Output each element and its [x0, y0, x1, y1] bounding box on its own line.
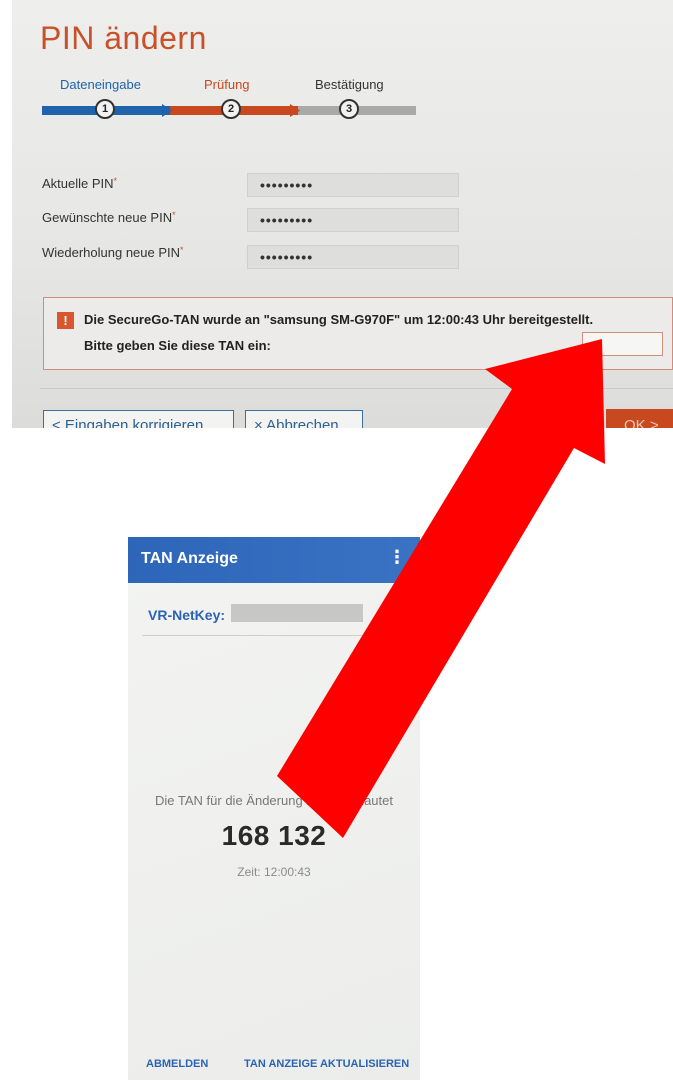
cancel-button[interactable]: × Abbrechen — [245, 410, 363, 428]
new-pin-label: Gewünschte neue PIN* — [42, 210, 176, 225]
step-label-bestaetigung: Bestätigung — [315, 77, 384, 92]
tan-notice-box: ! Die SecureGo-TAN wurde an "samsung SM-… — [43, 297, 673, 370]
repeat-pin-input[interactable]: ••••••••• — [247, 245, 459, 269]
step-label-dateneingabe: Dateneingabe — [60, 77, 141, 92]
step-circle-1: 1 — [95, 99, 115, 119]
app-title: TAN Anzeige — [141, 550, 238, 567]
tan-entry-prompt: Bitte geben Sie diese TAN ein: — [84, 338, 271, 353]
current-pin-input[interactable]: ••••••••• — [247, 173, 459, 197]
tan-timestamp: Zeit: 12:00:43 — [237, 865, 311, 879]
netkey-label: VR-NetKey: — [148, 607, 226, 623]
step-label-pruefung: Prüfung — [204, 77, 250, 92]
tan-input[interactable] — [582, 332, 663, 356]
netkey-redacted-value — [231, 604, 363, 622]
step-circle-2: 2 — [221, 99, 241, 119]
current-pin-label: Aktuelle PIN* — [42, 176, 118, 191]
ok-button[interactable]: OK > — [606, 409, 673, 428]
logout-button[interactable]: ABMELDEN — [146, 1058, 208, 1070]
correct-input-button[interactable]: < Eingaben korrigieren — [43, 410, 234, 428]
pin-change-form-screenshot: PIN ändern Dateneingabe Prüfung Bestätig… — [12, 0, 673, 428]
new-pin-input[interactable]: ••••••••• — [247, 208, 459, 232]
divider — [142, 635, 420, 636]
step-chevron-icon — [290, 104, 300, 117]
tan-description: Die TAN für die Änderung ihrer PIN laute… — [155, 793, 393, 808]
step-chevron-icon — [162, 104, 172, 117]
tan-code: 168 132 — [221, 820, 327, 851]
tan-notice-message: Die SecureGo-TAN wurde an "samsung SM-G9… — [84, 312, 594, 327]
app-bar: TAN Anzeige ⋮ — [128, 537, 420, 583]
page-title: PIN ändern — [40, 20, 207, 56]
divider — [40, 388, 673, 389]
repeat-pin-label: Wiederholung neue PIN* — [42, 245, 184, 260]
step-circle-3: 3 — [339, 99, 359, 119]
securego-app-screenshot: TAN Anzeige ⋮ VR-NetKey: Die TAN für die… — [128, 537, 420, 1080]
warning-icon: ! — [57, 312, 74, 329]
refresh-tan-button[interactable]: TAN ANZEIGE AKTUALISIEREN — [244, 1058, 409, 1070]
more-options-icon[interactable]: ⋮ — [388, 547, 406, 568]
